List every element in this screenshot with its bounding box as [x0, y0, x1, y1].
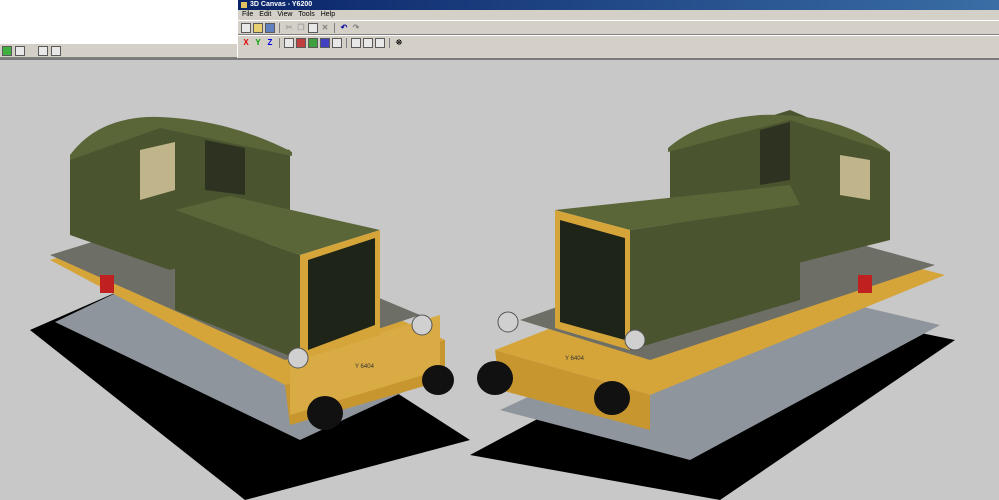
buffer-right-a — [477, 361, 513, 395]
3d-viewport[interactable]: Y 6404 Y 6404 — [0, 60, 999, 500]
toolbar-separator — [279, 37, 280, 48]
headlight-left-a — [287, 347, 309, 369]
locomotive-right[interactable]: Y 6404 — [470, 110, 955, 500]
menu-tools[interactable]: Tools — [298, 10, 314, 20]
cab-side-window-right — [840, 155, 870, 200]
toolbar-separator — [346, 37, 347, 48]
toolbar-separator — [279, 22, 280, 33]
plate-number-right: Y 6404 — [565, 356, 585, 362]
window-title: 3D Canvas - Y6200 — [250, 1, 313, 8]
grille-right — [560, 220, 625, 340]
group-icon[interactable] — [363, 37, 373, 48]
menu-help[interactable]: Help — [321, 10, 335, 20]
headlight-left-b — [411, 314, 433, 336]
camera-icon[interactable] — [51, 45, 61, 56]
secondary-toolbar: X Y Z ⁜ — [238, 35, 999, 49]
green-cube-icon[interactable] — [2, 45, 12, 56]
save-icon[interactable] — [265, 22, 275, 33]
toolbar-separator — [389, 37, 390, 48]
viewport-toolbar — [0, 44, 237, 58]
copy-icon[interactable]: ❐ — [296, 23, 306, 33]
undo-icon[interactable]: ↶ — [339, 23, 349, 33]
plate-badge-right — [858, 275, 872, 293]
locomotive-left[interactable]: Y 6404 — [30, 116, 470, 500]
app-icon — [241, 2, 247, 8]
pin-icon[interactable]: ⁜ — [394, 38, 404, 48]
cab-window-left — [140, 142, 175, 200]
menu-view[interactable]: View — [277, 10, 292, 20]
app-window: 3D Canvas - Y6200 File Edit View Tools H… — [237, 0, 999, 58]
buffer-left-b — [422, 365, 454, 395]
menu-edit[interactable]: Edit — [259, 10, 271, 20]
rotate-tool-icon[interactable] — [320, 37, 330, 48]
delete-icon[interactable]: ✕ — [320, 23, 330, 33]
new-file-icon[interactable] — [241, 22, 251, 33]
scale-tool-icon[interactable] — [308, 37, 318, 48]
cut-icon[interactable]: ✂ — [284, 23, 294, 33]
y-axis-button[interactable]: Y — [253, 38, 263, 48]
menu-bar: File Edit View Tools Help — [238, 10, 999, 20]
window-icon[interactable] — [15, 45, 25, 56]
main-toolbar: ✂ ❐ ✕ ↶ ↷ — [238, 20, 999, 35]
grid-icon[interactable] — [38, 45, 48, 56]
menu-file[interactable]: File — [242, 10, 253, 20]
toolbar-separator — [334, 22, 335, 33]
select-tool-icon[interactable] — [284, 37, 294, 48]
redo-icon[interactable]: ↷ — [351, 23, 361, 33]
buffer-right-b — [594, 381, 630, 415]
plate-number-left: Y 6404 — [355, 364, 375, 370]
box-icon[interactable] — [351, 37, 361, 48]
move-tool-icon[interactable] — [296, 37, 306, 48]
z-axis-button[interactable]: Z — [265, 38, 275, 48]
headlight-right-b — [624, 329, 646, 351]
cab-window-right — [760, 122, 790, 185]
x-axis-button[interactable]: X — [241, 38, 251, 48]
paste-icon[interactable] — [308, 22, 318, 33]
open-file-icon[interactable] — [253, 22, 263, 33]
title-bar: 3D Canvas - Y6200 — [238, 0, 999, 10]
buffer-left-a — [307, 396, 343, 430]
ungroup-icon[interactable] — [375, 37, 385, 48]
blank-panel — [0, 0, 237, 44]
cab-door-left — [205, 140, 245, 195]
paint-tool-icon[interactable] — [332, 37, 342, 48]
plate-badge-left — [100, 275, 114, 293]
headlight-right-a — [497, 311, 519, 333]
